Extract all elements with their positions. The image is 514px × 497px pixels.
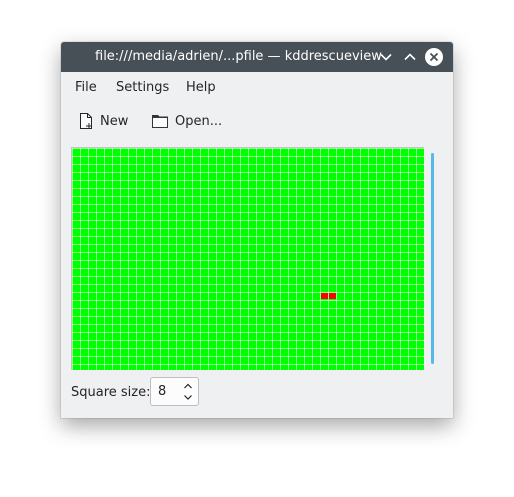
chevron-up-icon (404, 53, 416, 61)
square-size-value[interactable]: 8 (158, 384, 166, 399)
new-label: New (100, 113, 129, 129)
menu-file[interactable]: File (75, 80, 97, 95)
titlebar[interactable]: file:///media/adrien/...pfile — kddrescu… (61, 42, 453, 72)
bad-block (321, 293, 328, 299)
open-label: Open... (175, 113, 223, 129)
menu-help[interactable]: Help (186, 80, 216, 95)
maximize-button[interactable] (401, 48, 419, 66)
toolbar: New Open... (61, 104, 453, 138)
new-document-icon (80, 113, 92, 129)
square-size-label: Square size: (71, 385, 151, 400)
menu-settings[interactable]: Settings (116, 80, 169, 95)
block-map[interactable] (71, 147, 424, 370)
menubar: File Settings Help (61, 72, 453, 102)
bad-block (329, 293, 336, 299)
folder-open-icon (152, 115, 168, 128)
app-window: file:///media/adrien/...pfile — kddrescu… (61, 42, 453, 418)
new-button[interactable]: New (78, 109, 128, 133)
minimize-button[interactable] (377, 48, 395, 66)
vertical-scrollbar[interactable] (431, 153, 434, 364)
window-title: file:///media/adrien/...pfile — kddrescu… (95, 49, 382, 64)
footer: Square size: 8 (61, 375, 453, 409)
square-size-spinbox[interactable]: 8 (150, 377, 199, 406)
close-button[interactable] (425, 48, 443, 66)
chevron-down-icon (380, 53, 392, 61)
spin-arrows-icon[interactable] (183, 381, 193, 403)
close-icon (429, 52, 439, 62)
open-button[interactable]: Open... (151, 109, 222, 133)
